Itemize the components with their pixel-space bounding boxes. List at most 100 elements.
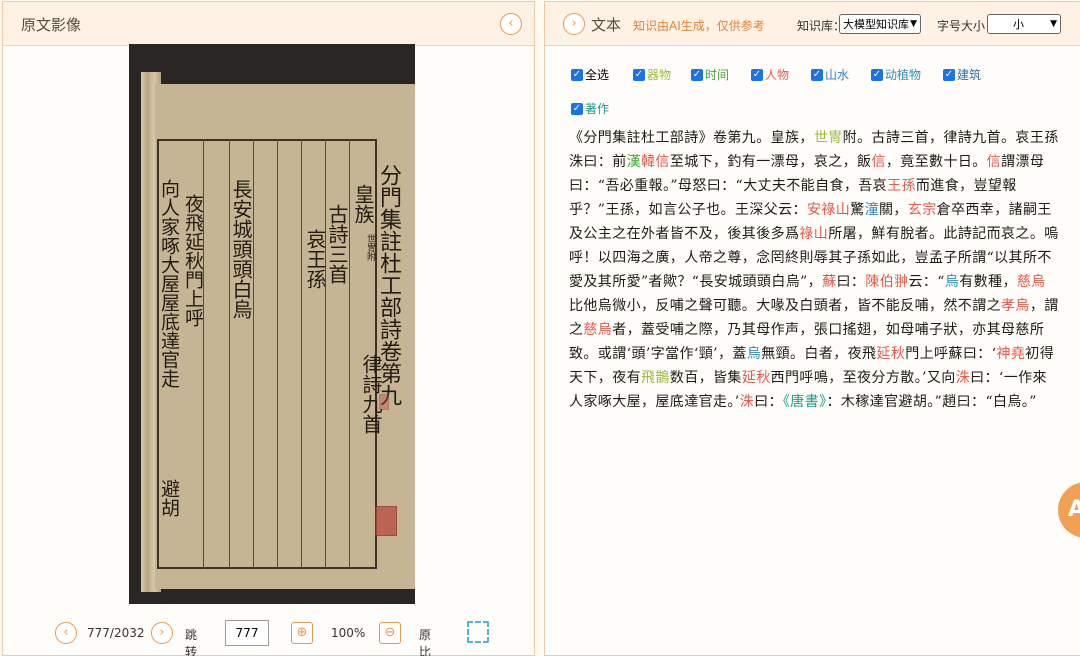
entity-highlight[interactable]: 飛鵲 [641, 370, 670, 386]
text-segment: 驚 [850, 202, 865, 218]
entity-highlight[interactable]: 烏 [747, 346, 761, 362]
entity-highlight[interactable]: 祿山 [799, 226, 828, 242]
entity-highlight[interactable]: 蘇 [822, 274, 836, 290]
scan-class-text: 皇族 [351, 184, 375, 224]
entity-highlight[interactable]: 洙 [740, 394, 754, 410]
entity-highlight[interactable]: 安祿山 [807, 202, 850, 218]
expand-right-button[interactable]: › [563, 13, 585, 35]
entity-highlight[interactable]: 王孫 [887, 178, 916, 194]
entity-highlight[interactable]: 玄宗 [908, 202, 937, 218]
filter-time[interactable]: ✓ 时间 [691, 66, 729, 83]
entity-highlight[interactable]: 神堯 [996, 346, 1025, 362]
text-segment: 曰： [836, 274, 866, 290]
entity-highlight[interactable]: 潼 [865, 202, 879, 218]
knowledge-base-select[interactable]: 大模型知识库 ▼ [839, 14, 921, 34]
filter-objects[interactable]: ✓ 器物 [633, 66, 671, 83]
knowledge-base-value: 大模型知识库 [843, 18, 909, 31]
filter-landscape[interactable]: ✓ 山水 [811, 66, 849, 83]
filter-people[interactable]: ✓ 人物 [751, 66, 789, 83]
filter-works[interactable]: ✓ 著作 [571, 100, 609, 117]
checkbox-checked-icon[interactable]: ✓ [871, 68, 883, 81]
entity-highlight[interactable]: 延秋 [742, 370, 771, 386]
entity-highlight[interactable]: 洙 [956, 370, 970, 386]
text-segment: 曰： [754, 394, 783, 410]
chevron-left-icon: ‹ [508, 16, 514, 31]
entity-highlight[interactable]: 慈烏 [1017, 274, 1046, 290]
original-image-title: 原文影像 [21, 16, 82, 34]
original-image-header: 原文影像 ‹ [3, 2, 534, 46]
next-page-button[interactable]: › [151, 622, 173, 644]
red-seal [379, 394, 389, 410]
entity-highlight[interactable]: 《唐書》 [783, 394, 827, 410]
entity-highlight[interactable]: 慈烏 [583, 322, 612, 338]
app-root: 原文影像 ‹ 分門集註杜工部詩卷第九 皇族 世冑附 古詩三首 律詩九首 哀王孫 … [0, 0, 1080, 656]
entity-highlight[interactable]: 烏 [945, 274, 959, 290]
chevron-left-icon: ‹ [63, 625, 69, 640]
entity-highlight[interactable]: 延秋 [876, 346, 905, 362]
column-rule [301, 139, 302, 569]
scan-line3-text: 向人家啄大屋屋底達官走 [158, 179, 180, 388]
chevron-down-icon: ▼ [1050, 19, 1057, 29]
entity-highlight[interactable]: 世冑 [814, 130, 843, 146]
entity-highlight[interactable]: 信 [871, 154, 885, 170]
checkbox-checked-icon[interactable]: ✓ [571, 102, 583, 115]
scan-line4-text: 避胡 [158, 479, 180, 517]
filter-select-all[interactable]: ✓ 全选 [571, 66, 609, 83]
entity-highlight[interactable]: 陳伯翀 [865, 274, 908, 290]
text-panel-title: 文本 [591, 16, 622, 34]
entity-highlight[interactable]: 韓信 [641, 154, 670, 170]
scan-poems-text: 古詩三首 [325, 204, 349, 284]
filter-label: 山水 [825, 68, 850, 82]
text-segment: 云：“ [908, 274, 945, 290]
scan-line2-text: 夜飛延秋門上呼 [182, 194, 204, 327]
zoom-out-icon: ⊖ [384, 625, 396, 640]
text-segment: ，竟至數十日。 [885, 154, 987, 170]
prev-page-button[interactable]: ‹ [55, 622, 77, 644]
checkbox-checked-icon[interactable]: ✓ [751, 68, 763, 81]
font-size-select[interactable]: 小 ▼ [987, 14, 1061, 34]
text-segment: 数百，皆集 [669, 370, 742, 386]
collapse-left-button[interactable]: ‹ [500, 13, 522, 35]
checkbox-checked-icon[interactable]: ✓ [943, 68, 955, 81]
filter-architecture[interactable]: ✓ 建筑 [943, 66, 981, 83]
checkbox-checked-icon[interactable]: ✓ [811, 68, 823, 81]
jump-page-input[interactable] [225, 620, 269, 646]
chevron-down-icon: ▼ [910, 19, 917, 29]
text-segment: 門上呼蘇曰：‘ [905, 346, 997, 362]
text-panel: › 文本 知识由AI生成，仅供参考 知识库： 大模型知识库 ▼ 字号大小： 小 … [544, 1, 1080, 656]
original-ratio-button[interactable]: 原比例 [419, 626, 431, 656]
zoom-in-icon: ⊕ [296, 625, 308, 640]
scanned-page-image[interactable]: 分門集註杜工部詩卷第九 皇族 世冑附 古詩三首 律詩九首 哀王孫 長安城頭頭白烏… [129, 44, 415, 604]
font-size-value: 小 [1013, 18, 1024, 31]
filter-label: 著作 [585, 102, 610, 116]
transcribed-text: 《分門集註杜工部詩》卷第九。皇族，世冑附。古詩三首，律詩九首。哀王孫洙曰：前漢韓… [569, 126, 1059, 414]
column-rule [277, 139, 278, 569]
filter-label: 建筑 [957, 68, 982, 82]
column-rule [349, 139, 350, 569]
text-segment: 關， [878, 202, 908, 218]
entity-highlight[interactable]: 信 [987, 154, 1001, 170]
column-rule [253, 139, 254, 569]
chevron-right-icon: › [571, 16, 577, 31]
scan-small-text: 世冑附 [365, 234, 375, 261]
knowledge-base-label: 知识库： [797, 19, 846, 33]
entity-highlight[interactable]: 漢 [627, 154, 641, 170]
filter-label: 人物 [765, 68, 790, 82]
text-segment: 無頸。白者，夜飛 [761, 346, 877, 362]
filter-label: 全选 [585, 68, 610, 82]
checkbox-checked-icon[interactable]: ✓ [633, 68, 645, 81]
fullscreen-icon[interactable] [467, 621, 489, 643]
filter-label: 动植物 [885, 68, 922, 82]
original-image-panel: 原文影像 ‹ 分門集註杜工部詩卷第九 皇族 世冑附 古詩三首 律詩九首 哀王孫 … [2, 1, 535, 656]
zoom-out-button[interactable]: ⊖ [379, 622, 401, 644]
text-segment: 比他烏微小，反哺之聲可聽。大喙及白頭者，皆不能反哺，然不謂之 [569, 298, 1001, 314]
text-segment: 《分門集註杜工部詩》卷第九。皇族， [569, 130, 814, 146]
checkbox-checked-icon[interactable]: ✓ [571, 68, 583, 81]
checkbox-checked-icon[interactable]: ✓ [691, 68, 703, 81]
chevron-right-icon: › [159, 625, 165, 640]
filter-label: 时间 [705, 68, 730, 82]
jump-to-label: 跳转到 [185, 628, 198, 656]
zoom-in-button[interactable]: ⊕ [291, 622, 313, 644]
entity-highlight[interactable]: 孝烏 [1001, 298, 1030, 314]
filter-flora-fauna[interactable]: ✓ 动植物 [871, 66, 921, 83]
